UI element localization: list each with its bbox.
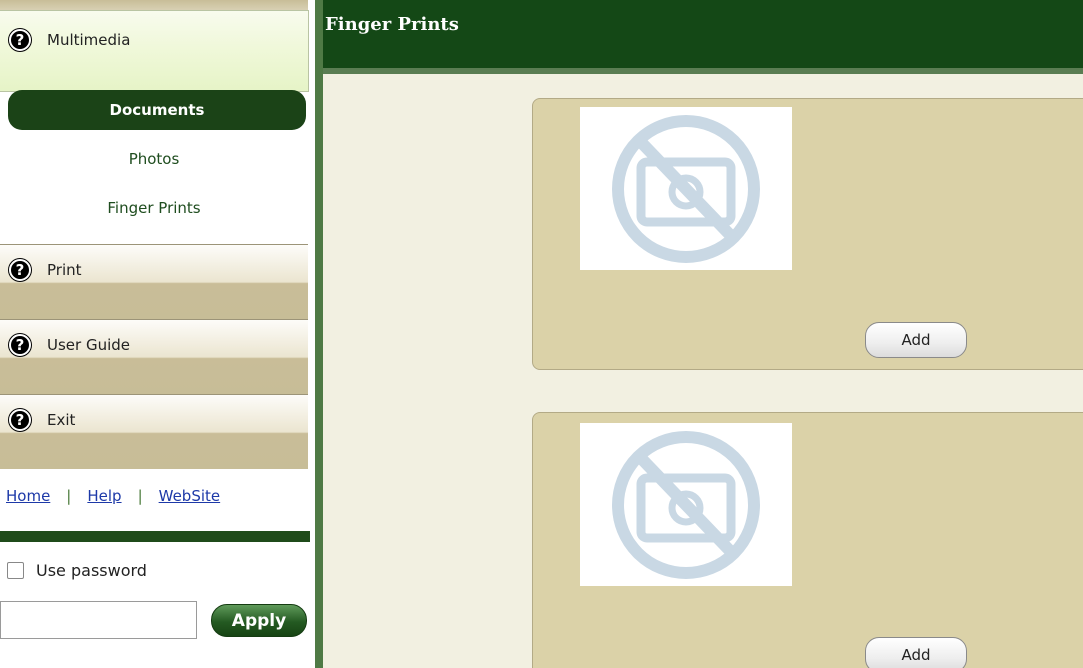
use-password-checkbox[interactable] bbox=[7, 562, 24, 579]
page-title: Finger Prints bbox=[325, 14, 459, 35]
sidebar: ? Multimedia Documents Photos Finger Pri… bbox=[0, 0, 310, 668]
help-icon[interactable]: ? bbox=[9, 409, 31, 431]
section-print[interactable]: ? Print bbox=[0, 244, 308, 319]
website-link[interactable]: WebSite bbox=[159, 487, 221, 505]
sidebar-top-bar bbox=[0, 0, 308, 10]
section-exit-header[interactable]: ? Exit bbox=[0, 401, 308, 439]
section-user-guide[interactable]: ? User Guide bbox=[0, 319, 308, 394]
pane-divider[interactable] bbox=[315, 0, 323, 668]
footer-links: Home | Help | WebSite bbox=[0, 487, 308, 505]
no-photo-icon bbox=[612, 430, 760, 579]
photo-placeholder[interactable] bbox=[580, 423, 792, 586]
section-multimedia-header[interactable]: ? Multimedia bbox=[0, 21, 308, 59]
section-exit-label: Exit bbox=[47, 411, 76, 429]
main-panel: Finger Prints Add Add bbox=[323, 0, 1083, 668]
subitem-documents[interactable]: Documents bbox=[8, 90, 306, 130]
help-link[interactable]: Help bbox=[87, 487, 121, 505]
add-button[interactable]: Add bbox=[865, 637, 967, 668]
no-photo-icon bbox=[612, 114, 760, 263]
password-input[interactable] bbox=[0, 601, 197, 639]
apply-button[interactable]: Apply bbox=[211, 604, 307, 637]
link-separator: | bbox=[66, 487, 72, 505]
link-separator: | bbox=[137, 487, 143, 505]
main-header: Finger Prints bbox=[323, 0, 1083, 74]
fingerprint-card: Add bbox=[532, 412, 1083, 668]
section-print-label: Print bbox=[47, 261, 82, 279]
subitem-photos[interactable]: Photos bbox=[0, 139, 308, 179]
section-user-guide-header[interactable]: ? User Guide bbox=[0, 326, 308, 364]
help-icon[interactable]: ? bbox=[9, 334, 31, 356]
photo-placeholder[interactable] bbox=[580, 107, 792, 270]
section-multimedia-label: Multimedia bbox=[47, 31, 131, 49]
fingerprint-card: Add bbox=[532, 98, 1083, 370]
section-multimedia[interactable]: ? Multimedia bbox=[0, 10, 309, 92]
section-print-header[interactable]: ? Print bbox=[0, 251, 308, 289]
subitem-finger-prints[interactable]: Finger Prints bbox=[0, 188, 308, 228]
use-password-row: Use password bbox=[0, 561, 147, 580]
help-icon[interactable]: ? bbox=[9, 259, 31, 281]
section-user-guide-label: User Guide bbox=[47, 336, 131, 354]
use-password-label: Use password bbox=[36, 561, 147, 580]
section-exit[interactable]: ? Exit bbox=[0, 394, 308, 469]
help-icon[interactable]: ? bbox=[9, 29, 31, 51]
divider-strip bbox=[0, 531, 310, 542]
home-link[interactable]: Home bbox=[6, 487, 50, 505]
add-button[interactable]: Add bbox=[865, 322, 967, 358]
